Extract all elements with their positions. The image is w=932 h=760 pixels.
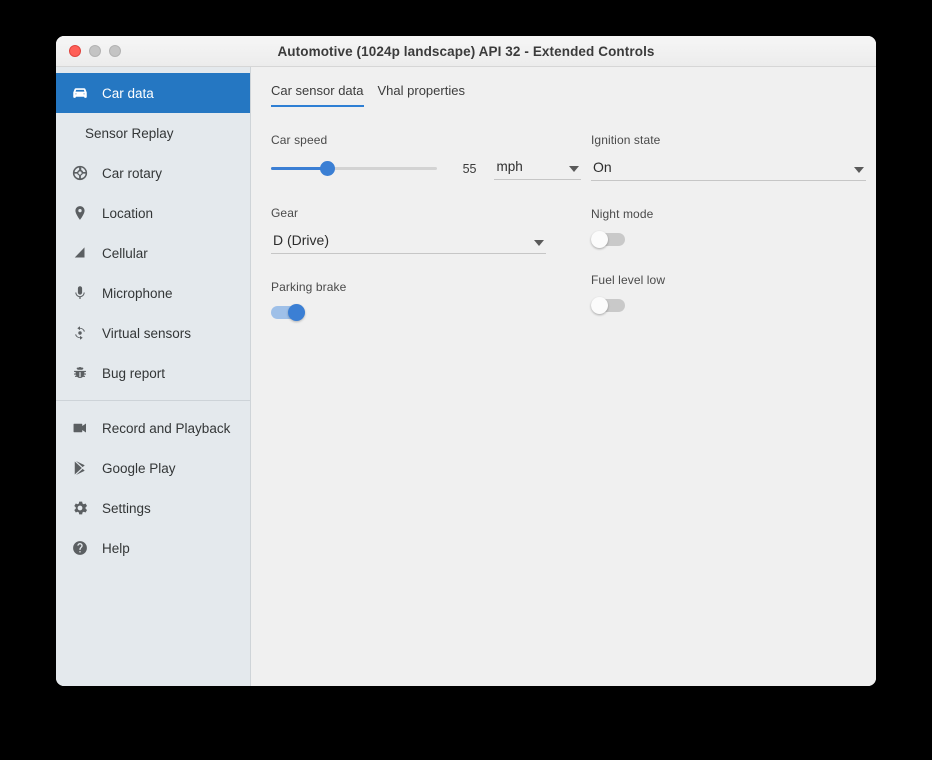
- sidebar-item-car-rotary[interactable]: Car rotary: [56, 153, 250, 193]
- chevron-down-icon: [569, 166, 579, 172]
- car-icon: [70, 83, 90, 103]
- left-column: Car speed 55 mph: [271, 133, 581, 346]
- sidebar-item-microphone[interactable]: Microphone: [56, 273, 250, 313]
- sidebar-item-label: Location: [102, 206, 153, 221]
- cellular-signal-icon: [70, 243, 90, 263]
- sidebar-item-settings[interactable]: Settings: [56, 488, 250, 528]
- tab-vhal-properties[interactable]: Vhal properties: [378, 83, 465, 107]
- bug-icon: [70, 363, 90, 383]
- sidebar-item-location[interactable]: Location: [56, 193, 250, 233]
- sidebar-divider: [56, 400, 250, 401]
- microphone-icon: [70, 283, 90, 303]
- sidebar-item-cellular[interactable]: Cellular: [56, 233, 250, 273]
- rotary-icon: [70, 163, 90, 183]
- fuel-level-low-field: Fuel level low: [591, 273, 876, 313]
- sidebar-item-help[interactable]: Help: [56, 528, 250, 568]
- tab-bar: Car sensor data Vhal properties: [251, 67, 876, 107]
- gear-field: Gear D (Drive): [271, 206, 581, 254]
- parking-brake-field: Parking brake: [271, 280, 581, 320]
- right-column: Ignition state On Night mode: [591, 133, 876, 346]
- night-mode-label: Night mode: [591, 207, 876, 221]
- ignition-state-select[interactable]: On: [591, 157, 866, 181]
- car-speed-value: 55: [443, 162, 476, 176]
- car-speed-label: Car speed: [271, 133, 581, 147]
- car-speed-slider[interactable]: [271, 160, 437, 178]
- gear-value: D (Drive): [273, 232, 329, 248]
- sidebar-item-google-play[interactable]: Google Play: [56, 448, 250, 488]
- slider-knob[interactable]: [320, 161, 335, 176]
- toggle-knob: [288, 304, 305, 321]
- sidebar-item-label: Settings: [102, 501, 151, 516]
- sidebar-item-car-data[interactable]: Car data: [56, 73, 250, 113]
- sidebar-item-sensor-replay[interactable]: Sensor Replay: [56, 113, 250, 153]
- parking-brake-label: Parking brake: [271, 280, 581, 294]
- ignition-state-field: Ignition state On: [591, 133, 876, 181]
- sidebar-item-record-and-playback[interactable]: Record and Playback: [56, 408, 250, 448]
- sidebar: Car data Sensor Replay Car rotary Locati…: [56, 67, 251, 686]
- window-title: Automotive (1024p landscape) API 32 - Ex…: [56, 44, 876, 59]
- gear-select[interactable]: D (Drive): [271, 230, 546, 254]
- chevron-down-icon: [854, 167, 864, 173]
- ignition-state-label: Ignition state: [591, 133, 876, 147]
- ignition-state-value: On: [593, 159, 612, 175]
- column-spacer: [581, 133, 591, 346]
- chevron-down-icon: [534, 240, 544, 246]
- night-mode-field: Night mode: [591, 207, 876, 247]
- sidebar-item-label: Sensor Replay: [85, 126, 174, 141]
- toggle-knob: [591, 231, 608, 248]
- tab-car-sensor-data[interactable]: Car sensor data: [271, 83, 364, 107]
- rotation-icon: [70, 323, 90, 343]
- car-speed-unit-select[interactable]: mph: [494, 157, 581, 180]
- sidebar-item-label: Bug report: [102, 366, 165, 381]
- gear-label: Gear: [271, 206, 581, 220]
- extended-controls-window: Automotive (1024p landscape) API 32 - Ex…: [56, 36, 876, 686]
- location-pin-icon: [70, 203, 90, 223]
- sidebar-item-label: Microphone: [102, 286, 173, 301]
- car-speed-unit-value: mph: [496, 159, 522, 174]
- sidebar-item-label: Car rotary: [102, 166, 162, 181]
- sidebar-item-label: Virtual sensors: [102, 326, 191, 341]
- car-speed-row: 55 mph: [271, 157, 581, 180]
- window-body: Car data Sensor Replay Car rotary Locati…: [56, 67, 876, 686]
- sidebar-item-label: Google Play: [102, 461, 176, 476]
- gear-icon: [70, 498, 90, 518]
- video-camera-icon: [70, 418, 90, 438]
- fuel-level-low-label: Fuel level low: [591, 273, 876, 287]
- fuel-level-low-toggle[interactable]: [591, 297, 629, 313]
- sidebar-item-label: Record and Playback: [102, 421, 230, 436]
- content-area: Car sensor data Vhal properties Car spee…: [251, 67, 876, 686]
- parking-brake-toggle[interactable]: [271, 304, 309, 320]
- help-circle-icon: [70, 538, 90, 558]
- sidebar-item-label: Car data: [102, 86, 154, 101]
- settings-columns: Car speed 55 mph: [251, 107, 876, 346]
- car-speed-field: Car speed 55 mph: [271, 133, 581, 180]
- toggle-knob: [591, 297, 608, 314]
- google-play-icon: [70, 458, 90, 478]
- sidebar-item-virtual-sensors[interactable]: Virtual sensors: [56, 313, 250, 353]
- sidebar-item-bug-report[interactable]: Bug report: [56, 353, 250, 393]
- sidebar-item-label: Cellular: [102, 246, 148, 261]
- night-mode-toggle[interactable]: [591, 231, 629, 247]
- title-bar: Automotive (1024p landscape) API 32 - Ex…: [56, 36, 876, 67]
- sidebar-item-label: Help: [102, 541, 130, 556]
